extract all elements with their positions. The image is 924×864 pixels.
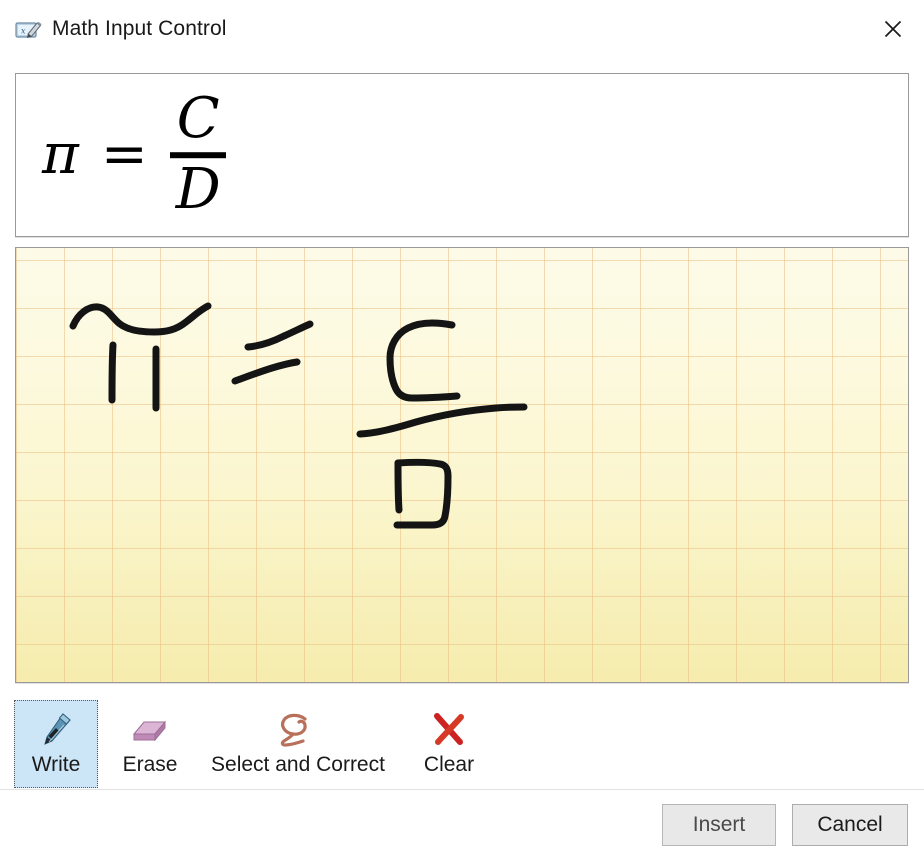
tool-select-and-correct-button[interactable]: Select and Correct <box>196 700 400 788</box>
tool-erase-label: Erase <box>122 753 178 776</box>
close-icon[interactable] <box>862 0 924 58</box>
pen-icon <box>33 707 79 751</box>
equation-fraction: C D <box>170 86 227 222</box>
lasso-icon <box>275 707 321 751</box>
math-input-control-window: x Math Input Control π = C D Write Erase… <box>0 0 924 864</box>
recognized-equation: π = C D <box>32 86 227 222</box>
red-x-icon <box>426 707 472 751</box>
svg-text:x: x <box>21 27 26 36</box>
equation-pi: π <box>42 122 79 187</box>
cancel-button[interactable]: Cancel <box>792 804 908 846</box>
tool-clear-button[interactable]: Clear <box>410 700 488 788</box>
equation-denominator: D <box>175 157 221 222</box>
tool-select-and-correct-label: Select and Correct <box>211 753 385 776</box>
title-bar: x Math Input Control <box>0 0 924 60</box>
math-input-tablet-pen-icon: x <box>15 18 43 42</box>
tool-strip: Write Erase Select and Correct Clear <box>14 700 910 790</box>
eraser-icon <box>127 707 173 751</box>
equation-equals: = <box>100 122 148 187</box>
recognition-preview-panel: π = C D <box>15 73 909 237</box>
window-title: Math Input Control <box>52 17 227 40</box>
tool-clear-label: Clear <box>423 753 475 776</box>
ink-writing-area[interactable] <box>15 247 909 683</box>
equation-numerator: C <box>176 86 220 152</box>
dialog-footer: Insert Cancel <box>0 789 924 864</box>
ink-strokes <box>69 302 528 529</box>
tool-write-button[interactable]: Write <box>14 700 98 788</box>
tool-erase-button[interactable]: Erase <box>106 700 194 788</box>
insert-button[interactable]: Insert <box>662 804 776 846</box>
tool-write-label: Write <box>31 753 81 776</box>
